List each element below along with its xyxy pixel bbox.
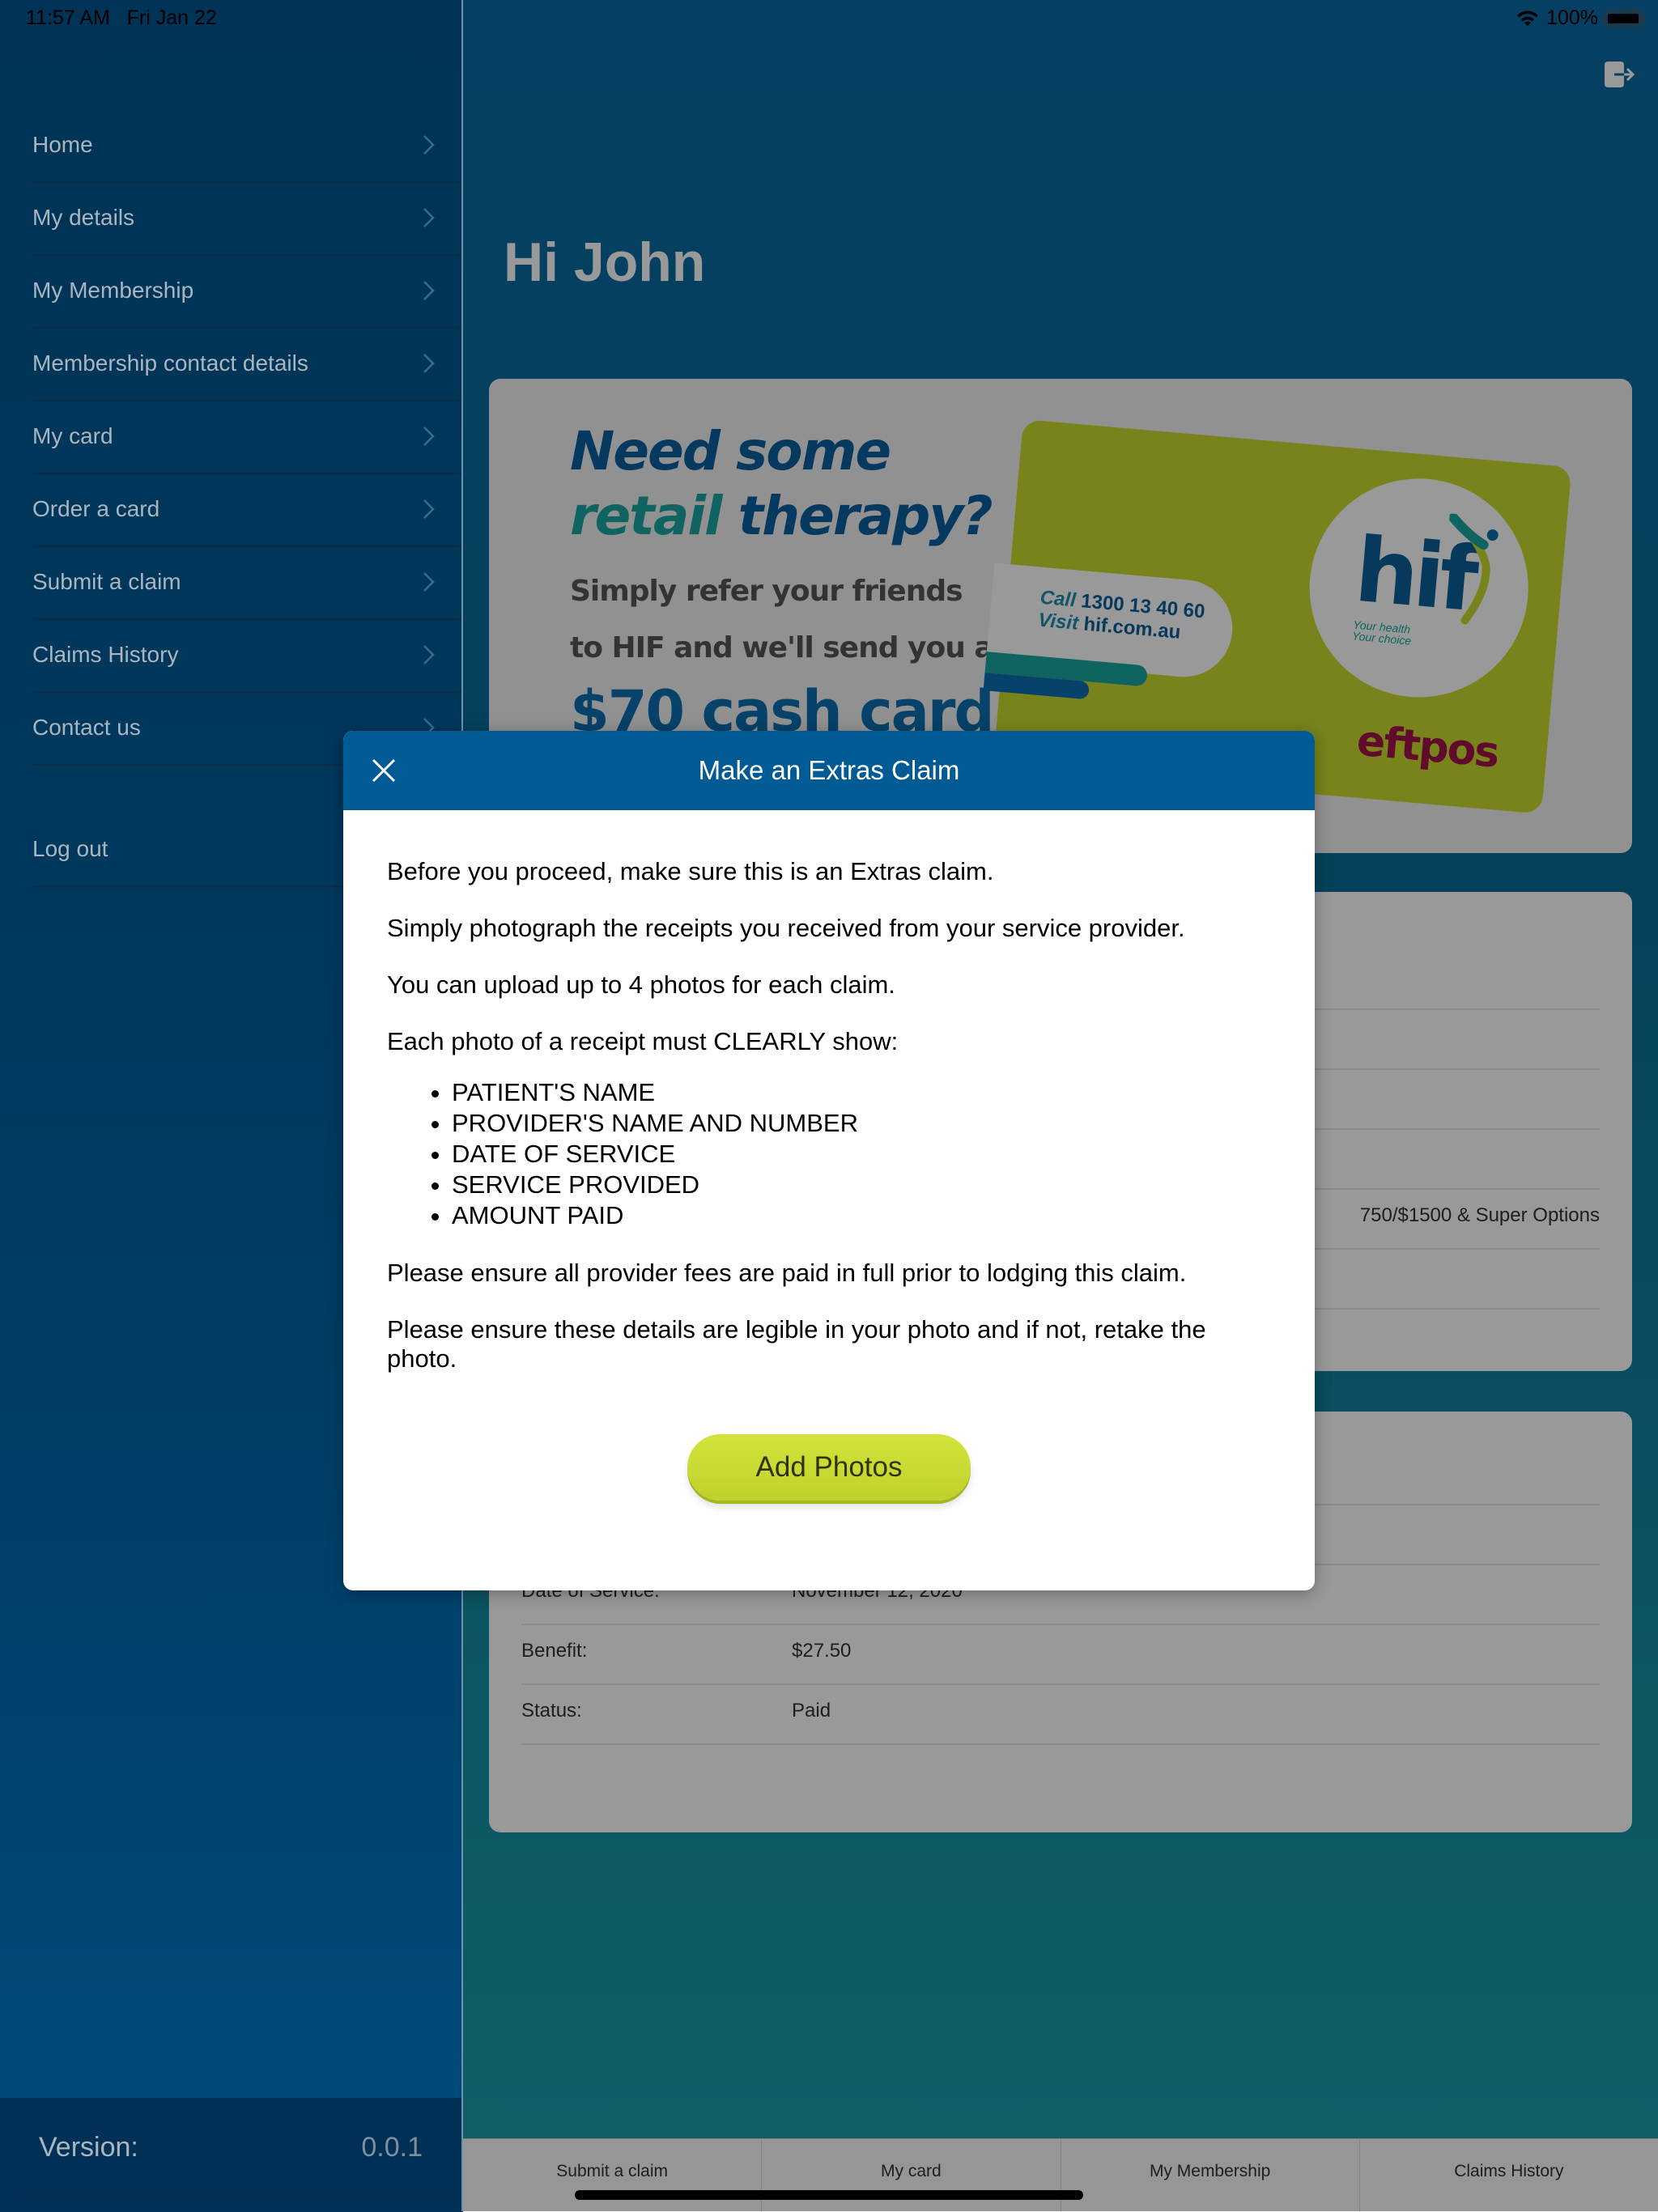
- sidebar-item-membership-contact-details[interactable]: Membership contact details: [32, 329, 461, 401]
- add-photos-button[interactable]: Add Photos: [687, 1434, 971, 1501]
- requirement-item: DATE OF SERVICE: [452, 1139, 1271, 1170]
- sidebar-item-label: Membership contact details: [32, 350, 308, 376]
- divider: [21, 2195, 461, 2197]
- modal-paragraph: Simply photograph the receipts you recei…: [387, 914, 1185, 942]
- requirement-item: PATIENT'S NAME: [452, 1077, 1271, 1108]
- sidebar-item-claims-history[interactable]: Claims History: [32, 620, 461, 693]
- battery-percent: 100%: [1546, 6, 1598, 29]
- chevron-right-icon: [423, 281, 435, 300]
- sidebar-item-label: Contact us: [32, 715, 141, 740]
- modal-title: Make an Extras Claim: [698, 755, 960, 785]
- sidebar-item-label: Submit a claim: [32, 569, 181, 594]
- chevron-right-icon: [423, 572, 435, 592]
- wifi-icon: [1517, 10, 1539, 26]
- requirements-list: PATIENT'S NAME PROVIDER'S NAME AND NUMBE…: [387, 1077, 1271, 1231]
- extras-claim-modal: Make an Extras Claim Before you proceed,…: [343, 731, 1315, 1590]
- status-date-value: Fri Jan 22: [126, 6, 217, 29]
- chevron-right-icon: [423, 354, 435, 373]
- sidebar-item-label: My details: [32, 205, 135, 230]
- sidebar-item-submit-claim[interactable]: Submit a claim: [32, 547, 461, 620]
- version-label: Version:: [39, 2132, 138, 2163]
- sidebar-item-label: Order a card: [32, 496, 160, 521]
- modal-paragraph: Before you proceed, make sure this is an…: [387, 857, 994, 885]
- sidebar-item-label: Log out: [32, 836, 108, 861]
- battery-icon: [1605, 10, 1644, 27]
- sidebar-item-my-card[interactable]: My card: [32, 401, 461, 474]
- sidebar-item-label: My Membership: [32, 278, 194, 303]
- status-time-value: 11:57 AM: [26, 6, 110, 29]
- home-indicator[interactable]: [575, 2190, 1083, 2200]
- modal-body: Before you proceed, make sure this is an…: [343, 810, 1315, 1373]
- chevron-right-icon: [423, 135, 435, 155]
- chevron-right-icon: [423, 208, 435, 227]
- requirement-item: AMOUNT PAID: [452, 1200, 1271, 1231]
- sidebar-item-label: Claims History: [32, 642, 179, 667]
- sidebar-item-my-details[interactable]: My details: [32, 183, 461, 256]
- requirement-item: PROVIDER'S NAME AND NUMBER: [452, 1108, 1271, 1139]
- modal-paragraph: You can upload up to 4 photos for each c…: [387, 970, 895, 999]
- status-bar: 11:57 AM Fri Jan 22 100%: [0, 0, 1658, 37]
- chevron-right-icon: [423, 427, 435, 446]
- sidebar-item-label: Home: [32, 132, 93, 157]
- modal-header: Make an Extras Claim: [343, 731, 1315, 810]
- sidebar-item-home[interactable]: Home: [32, 110, 461, 183]
- chevron-right-icon: [423, 499, 435, 519]
- status-time: 11:57 AM Fri Jan 22: [26, 6, 217, 30]
- modal-paragraph: Please ensure these details are legible …: [387, 1315, 1206, 1373]
- version-info: Version: 0.0.1: [0, 2098, 461, 2211]
- requirement-item: SERVICE PROVIDED: [452, 1170, 1271, 1200]
- chevron-right-icon: [423, 645, 435, 664]
- modal-paragraph: Each photo of a receipt must CLEARLY sho…: [387, 1027, 899, 1055]
- modal-paragraph: Please ensure all provider fees are paid…: [387, 1259, 1187, 1287]
- sidebar-item-order-card[interactable]: Order a card: [32, 474, 461, 547]
- sidebar-item-label: My card: [32, 423, 113, 448]
- version-value: 0.0.1: [361, 2132, 423, 2163]
- status-indicators: 100%: [1516, 6, 1644, 30]
- sidebar-item-my-membership[interactable]: My Membership: [32, 256, 461, 329]
